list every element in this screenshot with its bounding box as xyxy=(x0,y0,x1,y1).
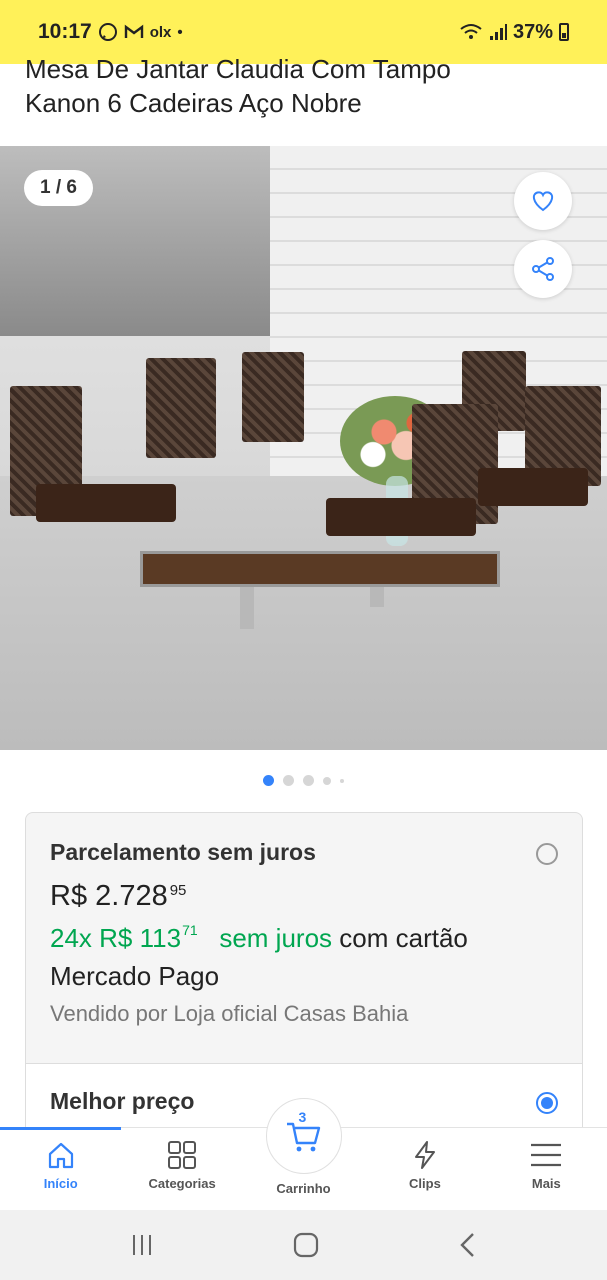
status-left: 10:17 olx • xyxy=(38,20,183,44)
pagination-dot[interactable] xyxy=(323,776,331,785)
favorite-button[interactable] xyxy=(514,172,572,230)
product-title: Mesa De Jantar Claudia Com Tampo Kanon 6… xyxy=(25,52,587,120)
table-leg xyxy=(240,587,254,629)
battery-text: 37% xyxy=(512,20,553,43)
bottom-navigation: Início Categorias 3 Carrinho Clips Mais xyxy=(0,1098,607,1210)
product-title-line1: Mesa De Jantar Claudia Com Tampo xyxy=(25,54,451,84)
menu-icon xyxy=(531,1143,562,1167)
nav-active-indicator xyxy=(0,1127,121,1130)
pagination-dot[interactable] xyxy=(303,775,314,786)
product-title-line2: Kanon 6 Cadeiras Aço Nobre xyxy=(25,88,362,118)
nav-label: Início xyxy=(43,1176,78,1191)
offer-installment[interactable]: Parcelamento sem juros R$ 2.728 95 24x R… xyxy=(26,813,582,1063)
lightning-icon xyxy=(414,1141,435,1169)
chair-back xyxy=(242,352,304,442)
price-cents: 95 xyxy=(169,882,187,899)
image-counter: 1 / 6 xyxy=(24,170,93,206)
install-line2: Mercado Pago xyxy=(50,961,220,991)
product-image-gallery[interactable]: 1 / 6 xyxy=(0,146,607,750)
system-navigation-bar xyxy=(0,1210,607,1280)
install-int: R$ 113 xyxy=(99,923,182,953)
install-suffix: com cartão xyxy=(339,923,468,953)
nav-item-mais[interactable]: Mais xyxy=(486,1128,607,1210)
offer-price: R$ 2.728 95 xyxy=(50,880,558,913)
nav-item-carrinho[interactable]: 3 Carrinho xyxy=(243,1098,364,1210)
nav-label: Categorias xyxy=(148,1176,216,1191)
home-button-icon[interactable] xyxy=(293,1232,319,1258)
offer-title: Parcelamento sem juros xyxy=(50,839,316,865)
pagination-dot[interactable] xyxy=(283,775,294,786)
offer-radio-selected[interactable] xyxy=(536,1092,558,1114)
status-dot: • xyxy=(177,23,183,41)
battery-icon xyxy=(559,23,569,41)
wifi-icon xyxy=(460,24,482,39)
offer-radio[interactable] xyxy=(536,843,558,865)
grid-icon xyxy=(168,1141,197,1169)
share-button[interactable] xyxy=(514,240,572,298)
gallery-pagination xyxy=(0,775,607,786)
nav-item-inicio[interactable]: Início xyxy=(0,1128,121,1210)
back-icon[interactable] xyxy=(458,1232,478,1258)
table-top xyxy=(140,551,500,587)
nav-item-clips[interactable]: Clips xyxy=(364,1128,485,1210)
offer-options: Parcelamento sem juros R$ 2.728 95 24x R… xyxy=(25,812,583,1142)
chair-seat xyxy=(326,498,476,536)
whatsapp-icon xyxy=(98,23,117,41)
nav-item-categorias[interactable]: Categorias xyxy=(121,1128,242,1210)
cart-count: 3 xyxy=(298,1109,307,1125)
status-time: 10:17 xyxy=(38,20,92,43)
installment-info: 24x R$ 11371 sem juros com cartão Mercad… xyxy=(50,919,558,995)
screen: 10:17 olx • 37% Mesa De Jantar Claudia C… xyxy=(0,0,607,1280)
gmail-icon xyxy=(124,24,143,38)
chair-seat xyxy=(478,468,588,506)
chair-seat xyxy=(36,484,176,522)
recent-apps-icon[interactable] xyxy=(130,1233,154,1257)
pagination-dot-active[interactable] xyxy=(263,775,274,786)
signal-icon xyxy=(489,24,507,40)
nav-label: Clips xyxy=(409,1176,441,1191)
price-int: R$ 2.728 xyxy=(50,880,168,912)
share-icon xyxy=(532,257,554,281)
nav-label: Carrinho xyxy=(276,1181,331,1196)
olx-icon: olx xyxy=(149,23,172,41)
nav-label: Mais xyxy=(531,1176,561,1191)
install-sem-juros: sem juros xyxy=(219,923,333,953)
seller-info: Vendido por Loja oficial Casas Bahia xyxy=(50,1001,409,1026)
install-count: 24x xyxy=(50,923,92,953)
chair-back xyxy=(146,358,216,458)
table-leg xyxy=(370,587,384,607)
heart-icon xyxy=(532,191,554,212)
cart-circle[interactable]: 3 xyxy=(265,1098,342,1174)
home-icon xyxy=(48,1142,73,1169)
install-cents: 71 xyxy=(182,922,198,938)
pagination-dot[interactable] xyxy=(340,778,344,783)
status-right: 37% xyxy=(459,21,569,44)
